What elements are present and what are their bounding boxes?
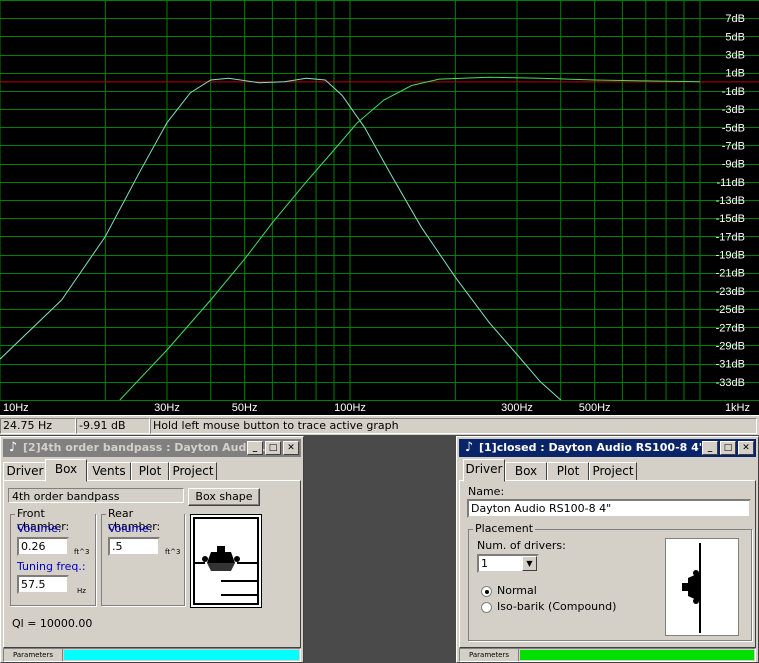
bandpass-titlebar[interactable]: ♪ [2]4th order bandpass : Dayton Audio .… [3,439,301,457]
y-axis-tick-label: 3dB [725,50,745,62]
placement-group: Placement Num. of drivers: 1 ▼ Normal Is… [468,522,752,641]
rear-volume-unit: ft^3 [165,548,181,556]
tuning-freq-label: Tuning freq.: [17,560,86,573]
x-axis-tick-label: 10Hz [3,402,29,414]
tab-plot[interactable]: Plot [131,462,169,481]
front-volume-unit: ft^3 [74,548,90,556]
maximize-button[interactable]: □ [720,441,736,455]
y-axis-tick-label: -19dB [716,250,745,262]
radio-iso-barik[interactable] [481,602,492,613]
tuning-freq-input[interactable]: 57.5 [17,575,69,594]
close-button[interactable]: ✕ [738,441,754,455]
x-axis-tick-label: 50Hz [232,402,258,414]
x-axis-tick-label: 1kHz [725,402,750,414]
name-label: Name: [468,485,505,498]
closed-box-diagram [665,538,739,636]
parameters-progress-fill [520,650,754,660]
rear-volume-input[interactable]: .5 [108,537,160,556]
y-axis-tick-label: -9dB [722,159,745,171]
radio-normal-label[interactable]: Normal [497,584,537,597]
frequency-response-graph[interactable]: 7dB 5dB 3dB 1dB -1dB -3dB -5dB -7dB -9dB -11dB -13… [0,0,759,415]
y-axis-tick-label: -21dB [716,268,745,280]
rear-volume-label: Volume: [108,522,153,535]
y-axis-tick-label: -7dB [722,140,745,152]
closed-titlebar[interactable]: ♪ [1]closed : Dayton Audio RS100-8 4" _ … [459,439,756,457]
y-axis-tick-label: -27dB [716,322,745,334]
box-type-display: 4th order bandpass [8,488,184,503]
cursor-level: -9.91 dB [76,418,150,434]
tuning-freq-unit: Hz [77,587,86,595]
front-volume-label: Volume: [17,522,62,535]
closed-box-response-curve [119,76,701,401]
tab-driver[interactable]: Driver [463,459,505,482]
tab-box[interactable]: Box [505,462,547,481]
tab-driver[interactable]: Driver [3,462,47,481]
x-axis-tick-label: 100Hz [334,402,366,414]
bandpass-window[interactable]: ♪ [2]4th order bandpass : Dayton Audio .… [0,436,304,663]
y-axis-tick-label: -29dB [716,340,745,352]
status-bar: 24.75 Hz -9.91 dB Hold left mouse button… [0,415,759,435]
y-axis-tick-label: -25dB [716,304,745,316]
rear-chamber-group: Rear chamber: Volume: .5 ft^3 [101,507,185,606]
closed-window[interactable]: ♪ [1]closed : Dayton Audio RS100-8 4" _ … [456,436,759,663]
x-axis-tick-label: 500Hz [579,402,611,414]
closed-parameters-bar: Parameters [459,648,756,662]
radio-iso-barik-label[interactable]: Iso-barik (Compound) [497,600,616,613]
y-axis-tick-label: -31dB [716,359,745,371]
speaker-app-icon[interactable]: ♪ [5,440,21,456]
chevron-down-icon[interactable]: ▼ [522,556,537,571]
box-panel: 4th order bandpass Box shape Front chamb… [3,480,301,648]
bandpass-parameters-bar: Parameters [3,648,301,662]
bandpass-box-drawing [193,517,259,605]
minimize-button[interactable]: _ [702,441,718,455]
y-axis-tick-label: 7dB [725,13,745,25]
front-chamber-group: Front chamber: Volume: 0.26 ft^3 Tuning … [10,507,96,606]
closed-box-drawing [682,543,701,633]
driver-panel: Name: Dayton Audio RS100-8 4" Placement … [459,480,756,648]
x-axis-tick-label: 30Hz [154,402,180,414]
placement-title: Placement [473,522,536,535]
y-axis-tick-label: -23dB [716,286,745,298]
y-axis-tick-label: -13dB [716,195,745,207]
bandpass-box-diagram [190,514,262,608]
maximize-button[interactable]: □ [265,441,281,455]
radio-normal[interactable] [481,586,492,597]
y-axis-tick-label: -15dB [716,213,745,225]
bandpass-response-curve [0,77,562,401]
closed-title: [1]closed : Dayton Audio RS100-8 4" [479,441,705,454]
num-drivers-value: 1 [481,557,488,570]
y-axis-tick-label: -11dB [716,177,745,189]
y-axis-tick-label: 1dB [725,68,745,80]
bandpass-title: [2]4th order bandpass : Dayton Audio ... [23,441,275,454]
ql-value: Ql = 10000.00 [12,617,93,630]
y-axis-tick-label: -5dB [722,122,745,134]
tab-box[interactable]: Box [45,459,87,482]
y-axis-tick-label: 5dB [725,31,745,43]
parameters-progress-fill [64,650,299,660]
close-button[interactable]: ✕ [283,441,299,455]
y-axis-tick-label: -33dB [716,377,745,389]
y-axis-tick-label: -17dB [716,231,745,243]
minimize-button[interactable]: _ [247,441,263,455]
tab-project[interactable]: Project [589,462,637,481]
num-drivers-label: Num. of drivers: [477,539,566,552]
graph-canvas[interactable]: 7dB 5dB 3dB 1dB -1dB -3dB -5dB -7dB -9dB -11dB -13… [0,0,759,415]
parameters-label: Parameters [4,649,63,661]
num-drivers-select[interactable]: 1 ▼ [477,554,539,573]
status-hint: Hold left mouse button to trace active g… [150,418,757,434]
y-axis-tick-label: -1dB [722,86,745,98]
box-shape-button[interactable]: Box shape [188,488,260,506]
tab-vents[interactable]: Vents [87,462,131,481]
cursor-frequency: 24.75 Hz [0,418,76,434]
speaker-app-icon[interactable]: ♪ [461,440,477,456]
driver-name-input[interactable]: Dayton Audio RS100-8 4" [467,499,751,518]
tab-project[interactable]: Project [169,462,217,481]
parameters-label: Parameters [460,649,519,661]
x-axis-tick-label: 300Hz [501,402,533,414]
y-axis-tick-label: -3dB [722,104,745,116]
front-volume-input[interactable]: 0.26 [17,537,69,556]
tab-plot[interactable]: Plot [547,462,589,481]
